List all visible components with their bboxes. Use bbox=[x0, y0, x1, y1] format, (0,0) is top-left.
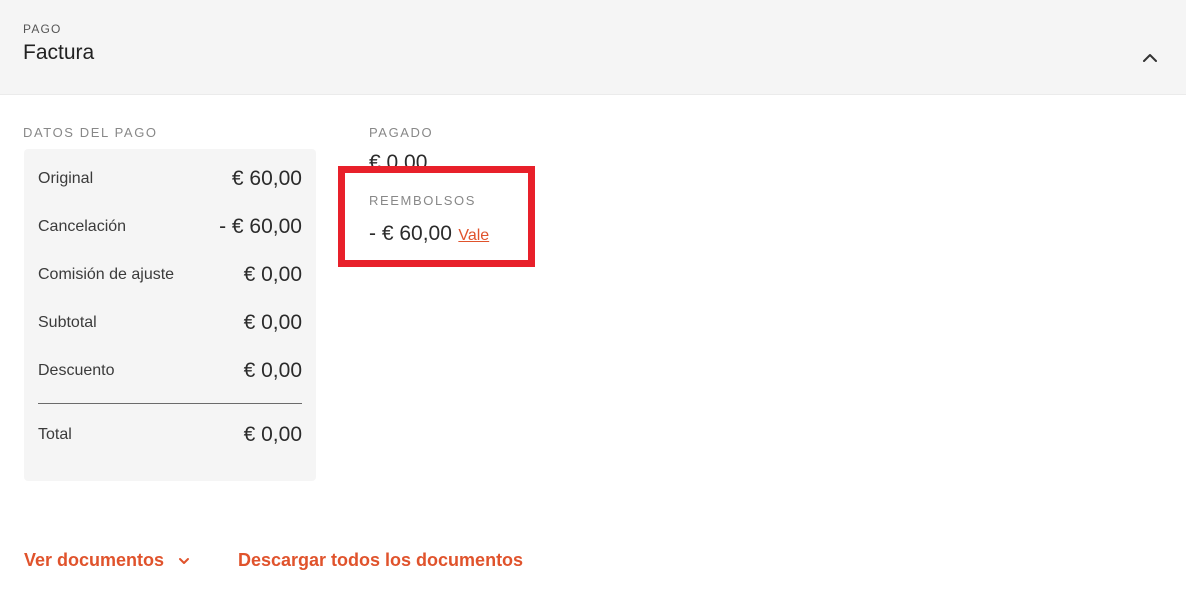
row-label: Total bbox=[38, 426, 72, 443]
view-documents-button[interactable]: Ver documentos bbox=[24, 550, 191, 571]
refunds-value: - € 60,00 bbox=[369, 222, 452, 245]
voucher-link[interactable]: Vale bbox=[458, 227, 489, 244]
chevron-up-icon[interactable] bbox=[1138, 46, 1162, 70]
row-label: Descuento bbox=[38, 362, 115, 379]
row-value: € 0,00 bbox=[243, 263, 302, 286]
payment-header[interactable]: PAGO Factura bbox=[0, 0, 1186, 95]
chevron-down-icon bbox=[179, 558, 190, 565]
total-divider bbox=[38, 403, 302, 404]
refunds-line: - € 60,00 Vale bbox=[369, 222, 489, 246]
row-total: Total € 0,00 bbox=[38, 420, 302, 450]
row-value: € 0,00 bbox=[243, 359, 302, 382]
row-adjustment-fee: Comisión de ajuste € 0,00 bbox=[38, 260, 302, 290]
view-documents-label: Ver documentos bbox=[24, 550, 165, 570]
payment-summary-card: Original € 60,00 Cancelación - € 60,00 C… bbox=[24, 149, 316, 481]
payment-data-label: DATOS DEL PAGO bbox=[23, 125, 158, 140]
paid-label: PAGADO bbox=[369, 125, 434, 140]
header-eyebrow: PAGO bbox=[23, 22, 62, 36]
row-label: Original bbox=[38, 170, 94, 187]
row-label: Cancelación bbox=[38, 218, 127, 235]
row-label: Subtotal bbox=[38, 314, 97, 331]
download-all-documents-link[interactable]: Descargar todos los documentos bbox=[238, 550, 523, 571]
page-title: Factura bbox=[23, 41, 95, 64]
refunds-highlight-box: REEMBOLSOS - € 60,00 Vale bbox=[338, 166, 535, 267]
row-value: - € 60,00 bbox=[219, 215, 302, 238]
row-discount: Descuento € 0,00 bbox=[38, 356, 302, 386]
row-subtotal: Subtotal € 0,00 bbox=[38, 308, 302, 338]
row-original: Original € 60,00 bbox=[38, 164, 302, 194]
row-label: Comisión de ajuste bbox=[38, 266, 175, 283]
row-value: € 60,00 bbox=[231, 167, 302, 190]
row-value: € 0,00 bbox=[243, 423, 302, 446]
row-value: € 0,00 bbox=[243, 311, 302, 334]
row-cancellation: Cancelación - € 60,00 bbox=[38, 212, 302, 242]
refunds-label: REEMBOLSOS bbox=[369, 193, 477, 208]
